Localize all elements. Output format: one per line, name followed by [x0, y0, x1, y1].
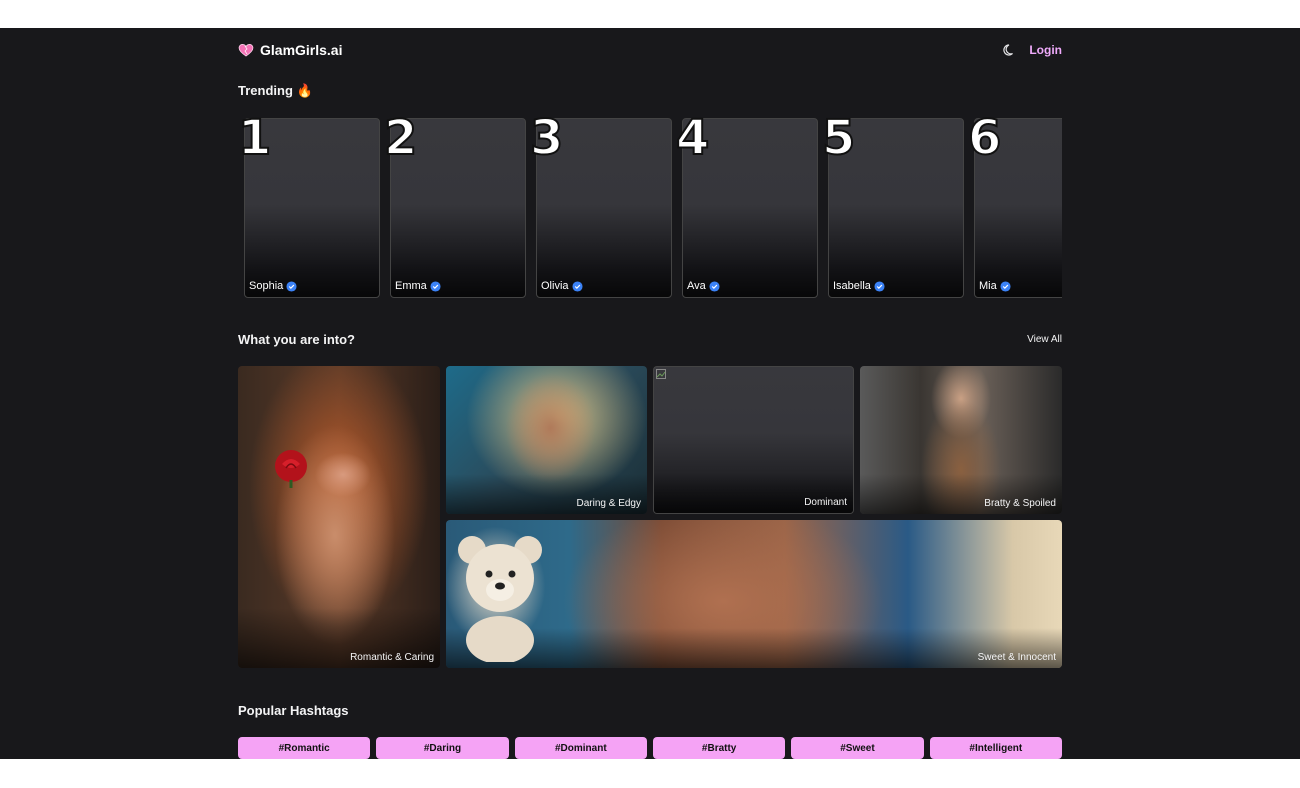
app-root: GlamGirls.ai Login Trending 🔥 1 Sophia 2…	[0, 28, 1300, 759]
hashtag-list: #Romantic #Daring #Dominant #Bratty #Swe…	[238, 737, 1062, 759]
categories-title: What you are into?	[238, 332, 355, 347]
hashtag-intelligent[interactable]: #Intelligent	[929, 737, 1062, 759]
verified-badge-icon	[430, 280, 441, 292]
category-label: Dominant	[804, 497, 847, 508]
trending-card[interactable]: 6 Mia	[967, 116, 1062, 298]
trending-carousel[interactable]: 1 Sophia 2 Emma 3 Olivia 4 Ava 5 Isabell…	[238, 116, 1062, 298]
hashtag-romantic[interactable]: #Romantic	[238, 737, 371, 759]
header-actions: Login	[1003, 43, 1062, 57]
verified-badge-icon	[286, 280, 297, 292]
teddy-bear-icon	[458, 536, 542, 662]
character-name: Ava	[687, 280, 720, 292]
rank-number: 6	[967, 116, 1002, 166]
header: GlamGirls.ai Login	[238, 28, 1062, 72]
rank-number: 3	[529, 116, 564, 166]
rank-number: 2	[383, 116, 418, 166]
moon-icon[interactable]	[1003, 43, 1017, 57]
character-name-text: Emma	[395, 280, 427, 292]
trending-card[interactable]: 2 Emma	[383, 116, 530, 298]
character-name-text: Ava	[687, 280, 706, 292]
category-daring-edgy[interactable]: Daring & Edgy	[446, 366, 647, 514]
brand-name: GlamGirls.ai	[260, 42, 343, 58]
trending-card[interactable]: 3 Olivia	[529, 116, 676, 298]
rank-number: 1	[238, 116, 272, 166]
rank-number: 4	[675, 116, 710, 166]
category-sweet-innocent[interactable]: Sweet & Innocent	[446, 520, 1062, 668]
character-name: Isabella	[833, 280, 885, 292]
category-romantic-caring[interactable]: Romantic & Caring	[238, 366, 440, 668]
hashtags-title: Popular Hashtags	[238, 703, 349, 718]
category-label: Daring & Edgy	[576, 498, 641, 509]
character-name-text: Sophia	[249, 280, 284, 292]
logo[interactable]: GlamGirls.ai	[238, 42, 342, 58]
character-name-text: Isabella	[833, 280, 871, 292]
hashtag-dominant[interactable]: #Dominant	[514, 737, 647, 759]
trending-title: Trending 🔥	[238, 83, 313, 98]
view-all-link[interactable]: View All	[1027, 334, 1062, 345]
hashtag-daring[interactable]: #Daring	[376, 737, 509, 759]
category-label: Sweet & Innocent	[977, 652, 1056, 663]
heart-icon	[238, 44, 254, 57]
login-button[interactable]: Login	[1029, 43, 1062, 57]
character-name: Sophia	[249, 280, 297, 292]
category-dominant[interactable]: Dominant	[653, 366, 854, 514]
character-name-text: Olivia	[541, 280, 569, 292]
trending-card[interactable]: 5 Isabella	[821, 116, 968, 298]
rank-number: 5	[821, 116, 856, 166]
character-name: Mia	[979, 280, 1011, 292]
character-name-text: Mia	[979, 280, 997, 292]
category-label: Romantic & Caring	[350, 652, 434, 663]
character-name: Emma	[395, 280, 441, 292]
trending-card[interactable]: 4 Ava	[675, 116, 822, 298]
verified-badge-icon	[1000, 280, 1011, 292]
hashtag-bratty[interactable]: #Bratty	[652, 737, 786, 759]
verified-badge-icon	[709, 280, 720, 292]
hashtag-sweet[interactable]: #Sweet	[791, 737, 924, 759]
verified-badge-icon	[571, 280, 583, 292]
rose-icon	[275, 450, 307, 488]
verified-badge-icon	[874, 280, 885, 292]
character-name: Olivia	[541, 280, 583, 292]
category-bratty-spoiled[interactable]: Bratty & Spoiled	[860, 366, 1062, 514]
category-label: Bratty & Spoiled	[984, 498, 1056, 509]
broken-image-icon	[656, 369, 666, 379]
trending-card[interactable]: 1 Sophia	[238, 116, 384, 298]
